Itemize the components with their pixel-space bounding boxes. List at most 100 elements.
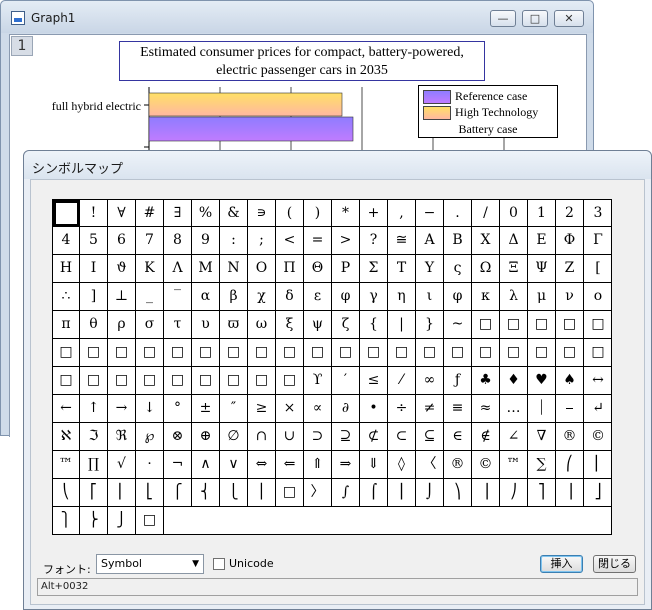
symbol-cell[interactable]: □	[500, 339, 528, 367]
symbol-cell[interactable]: α	[192, 283, 220, 311]
symbol-cell[interactable]: [	[584, 255, 612, 283]
symbol-cell[interactable]: ≥	[248, 395, 276, 423]
symbol-cell[interactable]: ♦	[500, 367, 528, 395]
symbol-cell[interactable]: Γ	[584, 227, 612, 255]
symbol-cell[interactable]: ♠	[556, 367, 584, 395]
symbol-cell[interactable]: ⊂	[388, 423, 416, 451]
symbol-cell[interactable]: (	[276, 200, 304, 227]
close-window-button[interactable]: ✕	[554, 10, 584, 27]
symbol-cell[interactable]: =	[304, 227, 332, 255]
symbol-cell[interactable]: −	[416, 200, 444, 227]
symbol-cell[interactable]: □	[528, 339, 556, 367]
symbol-cell[interactable]: ⊇	[332, 423, 360, 451]
symbol-cell[interactable]: □	[276, 479, 304, 507]
symbol-cell[interactable]: Κ	[136, 255, 164, 283]
symbol-cell[interactable]: ∑	[528, 451, 556, 479]
symbol-grid[interactable]: ! ∀ # ∃% & ∍() * +, −./0 1 2 3 4 5 6 7 8 9:; < = >? ≅ Α Β Χ Δ Ε Φ Γ Η…	[52, 199, 612, 535]
symbol-cell[interactable]: □	[528, 311, 556, 339]
symbol-cell[interactable]: ≈	[472, 395, 500, 423]
symbol-cell[interactable]: ∉	[472, 423, 500, 451]
symbol-cell[interactable]: Χ	[472, 227, 500, 255]
symbol-cell[interactable]: ∍	[248, 200, 276, 227]
symbol-cell[interactable]: Ξ	[500, 255, 528, 283]
symbol-cell[interactable]: ♥	[528, 367, 556, 395]
symbol-cell[interactable]: □	[108, 367, 136, 395]
symbol-cell[interactable]: □	[108, 339, 136, 367]
symbol-cell[interactable]: ≡	[444, 395, 472, 423]
symbol-cell[interactable]: ⇒	[332, 451, 360, 479]
symbol-cell[interactable]: □	[332, 339, 360, 367]
symbol-cell[interactable]: □	[500, 311, 528, 339]
symbol-cell[interactable]: ℜ	[108, 423, 136, 451]
symbol-cell[interactable]: 3	[584, 200, 612, 227]
symbol-cell[interactable]: ∝	[304, 395, 332, 423]
symbol-cell[interactable]: □	[53, 339, 80, 367]
symbol-cell[interactable]: ™	[500, 451, 528, 479]
symbol-cell[interactable]: ⎡	[80, 479, 108, 507]
symbol-cell[interactable]: +	[360, 200, 388, 227]
symbol-cell[interactable]: □	[416, 339, 444, 367]
symbol-cell[interactable]: β	[220, 283, 248, 311]
symbol-cell[interactable]: □	[556, 311, 584, 339]
symbol-cell[interactable]: ®	[444, 451, 472, 479]
symbol-cell[interactable]: ⎣	[136, 479, 164, 507]
symbol-cell[interactable]: 9	[192, 227, 220, 255]
symbol-cell[interactable]: ∀	[108, 200, 136, 227]
symbol-cell[interactable]: ∴	[53, 283, 80, 311]
symbol-cell[interactable]: ‾	[164, 283, 192, 311]
symbol-cell[interactable]: □	[360, 339, 388, 367]
symbol-cell[interactable]: □	[220, 339, 248, 367]
symbol-cell[interactable]: #	[136, 200, 164, 227]
symbol-cell[interactable]: ∈	[444, 423, 472, 451]
font-select[interactable]: Symbol ▼	[96, 554, 204, 574]
symbol-cell[interactable]: }	[416, 311, 444, 339]
symbol-cell[interactable]: ~	[444, 311, 472, 339]
symbol-cell[interactable]: ⊗	[164, 423, 192, 451]
symbol-cell[interactable]: μ	[528, 283, 556, 311]
symbol-cell[interactable]: ©	[584, 423, 612, 451]
symbol-cell[interactable]: □	[584, 339, 612, 367]
symbol-cell[interactable]: {	[360, 311, 388, 339]
symbol-cell[interactable]: ς	[444, 255, 472, 283]
symbol-cell[interactable]: ⇓	[360, 451, 388, 479]
symbol-cell[interactable]: ↵	[584, 395, 612, 423]
symbol-cell[interactable]: Α	[416, 227, 444, 255]
symbol-cell[interactable]: ⎫	[53, 507, 80, 535]
symbol-cell[interactable]: ©	[472, 451, 500, 479]
symbol-cell[interactable]: *	[332, 200, 360, 227]
symbol-cell[interactable]: Υ	[416, 255, 444, 283]
symbol-cell[interactable]: ≤	[360, 367, 388, 395]
symbol-cell[interactable]: √	[108, 451, 136, 479]
symbol-cell[interactable]: Π	[276, 255, 304, 283]
symbol-cell[interactable]: □	[192, 339, 220, 367]
symbol-cell[interactable]: Ψ	[528, 255, 556, 283]
symbol-cell[interactable]: ⎜	[584, 451, 612, 479]
symbol-cell[interactable]: ϑ	[108, 255, 136, 283]
symbol-cell[interactable]: □	[220, 367, 248, 395]
symbol-cell[interactable]: ο	[584, 283, 612, 311]
symbol-cell[interactable]: □	[80, 367, 108, 395]
symbol-cell[interactable]: 5	[80, 227, 108, 255]
symbol-cell[interactable]: ∩	[248, 423, 276, 451]
symbol-cell[interactable]: φ	[444, 283, 472, 311]
symbol-cell[interactable]: Ζ	[556, 255, 584, 283]
symbol-cell[interactable]: _	[136, 283, 164, 311]
symbol-cell[interactable]: 1	[528, 200, 556, 227]
symbol-cell[interactable]: ⎛	[556, 451, 584, 479]
symbol-cell[interactable]: Φ	[556, 227, 584, 255]
insert-button[interactable]: 挿入	[540, 555, 583, 573]
symbol-cell[interactable]: □	[556, 339, 584, 367]
symbol-cell[interactable]: ≅	[388, 227, 416, 255]
symbol-cell[interactable]: 〉	[304, 479, 332, 507]
symbol-cell[interactable]: □	[276, 339, 304, 367]
symbol-cell[interactable]: υ	[192, 311, 220, 339]
symbol-cell[interactable]: ϖ	[220, 311, 248, 339]
symbol-cell[interactable]: ⎞	[444, 479, 472, 507]
close-button[interactable]: 閉じる	[593, 555, 636, 573]
symbol-cell[interactable]: ∏	[80, 451, 108, 479]
symbol-cell[interactable]: 4	[53, 227, 80, 255]
symbol-cell[interactable]: Θ	[304, 255, 332, 283]
symbol-cell[interactable]: ε	[304, 283, 332, 311]
symbol-cell[interactable]: 6	[108, 227, 136, 255]
symbol-cell[interactable]: ®	[556, 423, 584, 451]
